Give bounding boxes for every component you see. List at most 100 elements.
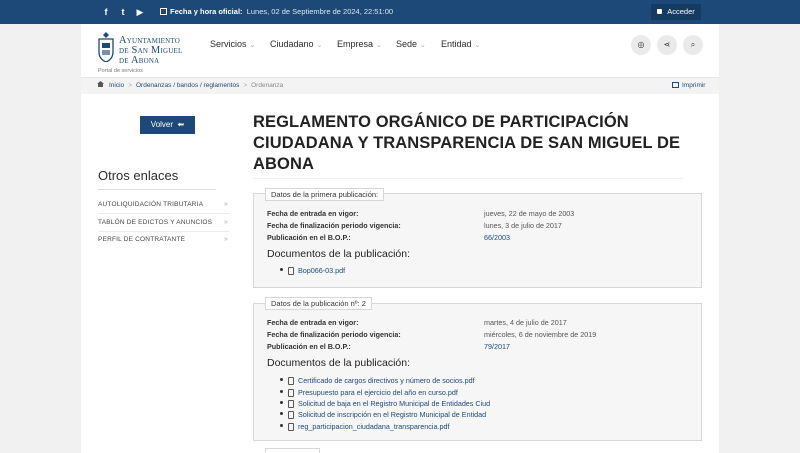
document-link[interactable]: Solicitud de baja en el Registro Municip… bbox=[280, 399, 490, 408]
pdf-icon bbox=[288, 423, 294, 431]
breadcrumb-current: Ordenanza bbox=[251, 82, 284, 89]
divider bbox=[98, 189, 216, 190]
documents-heading: Documentos de la publicación: bbox=[267, 357, 411, 369]
document-name: Bop066-03.pdf bbox=[298, 266, 346, 275]
chevron-right-icon: » bbox=[224, 219, 229, 226]
bop-link[interactable]: 79/2017 bbox=[484, 342, 510, 351]
documents-heading: Documentos de la publicación: bbox=[267, 248, 411, 260]
document-link[interactable]: Certificado de cargos directivos y númer… bbox=[280, 376, 475, 385]
sidebar-link-label: TABLÓN DE EDICTOS Y ANUNCIOS bbox=[98, 219, 213, 226]
share-icon[interactable]: ⋖ bbox=[657, 35, 677, 55]
sidebar-link-tablon[interactable]: TABLÓN DE EDICTOS Y ANUNCIOS » bbox=[98, 219, 230, 226]
breadcrumb-inicio[interactable]: Inicio bbox=[109, 82, 124, 89]
chevron-down-icon: ⌄ bbox=[249, 42, 256, 49]
document-name: Solicitud de inscripción en el Registro … bbox=[298, 410, 487, 419]
field-value: martes, 4 de julio de 2017 bbox=[484, 318, 567, 327]
document-name: Certificado de cargos directivos y númer… bbox=[298, 376, 475, 385]
sidebar-link-perfil[interactable]: PERFIL DE CONTRATANTE » bbox=[98, 236, 230, 243]
divider bbox=[253, 178, 683, 179]
datetime-value: Lunes, 02 de Septiembre de 2024, 22:51:0… bbox=[246, 7, 394, 16]
breadcrumb-separator: > bbox=[243, 82, 248, 89]
sidebar-link-label: PERFIL DE CONTRATANTE bbox=[98, 236, 186, 243]
document-name: Solicitud de baja en el Registro Municip… bbox=[298, 399, 491, 408]
datetime-label: Fecha y hora oficial: bbox=[170, 7, 243, 16]
twitter-icon[interactable]: t bbox=[115, 4, 131, 20]
bullet bbox=[280, 390, 283, 393]
chevron-down-icon: ⌄ bbox=[474, 42, 481, 49]
divider bbox=[98, 231, 230, 232]
back-button[interactable]: Volver ⬅ bbox=[140, 116, 195, 134]
pdf-icon bbox=[288, 267, 294, 275]
pdf-icon bbox=[288, 377, 294, 385]
publication-3-legend bbox=[265, 448, 320, 453]
field-label: Fecha de entrada en vigor: bbox=[267, 209, 359, 218]
nav-servicios[interactable]: Servicios ⌄ bbox=[210, 39, 255, 49]
logo-line-3: de Abona bbox=[119, 55, 160, 66]
other-links-heading: Otros enlaces bbox=[98, 168, 179, 183]
login-label: Acceder bbox=[667, 7, 695, 16]
nav-ciudadano-label: Ciudadano bbox=[270, 39, 314, 49]
calendar-icon bbox=[160, 8, 167, 15]
bullet bbox=[280, 424, 283, 427]
field-label: Fecha de finalización periodo vigencia: bbox=[267, 221, 401, 230]
page-title: REGLAMENTO ORGÁNICO DE PARTICIPACIÓN CIU… bbox=[253, 113, 681, 173]
print-link[interactable]: Imprimir bbox=[672, 82, 705, 89]
nav-empresa[interactable]: Empresa ⌄ bbox=[337, 39, 382, 49]
nav-empresa-label: Empresa bbox=[337, 39, 374, 49]
field-value: lunes, 3 de julio de 2017 bbox=[484, 221, 562, 230]
youtube-icon[interactable]: ▶ bbox=[132, 4, 148, 20]
official-datetime: Fecha y hora oficial: Lunes, 02 de Septi… bbox=[160, 5, 393, 19]
nav-entidad-label: Entidad bbox=[441, 39, 472, 49]
sidebar-link-autoliquidacion[interactable]: AUTOLIQUIDACIÓN TRIBUTARIA » bbox=[98, 201, 230, 208]
field-label: Fecha de finalización periodo vigencia: bbox=[267, 330, 401, 339]
field-label: Fecha de entrada en vigor: bbox=[267, 318, 359, 327]
print-label: Imprimir bbox=[682, 82, 706, 89]
home-icon[interactable] bbox=[97, 81, 104, 87]
document-link[interactable]: reg_participacion_ciudadana_transparenci… bbox=[280, 422, 449, 431]
pdf-icon bbox=[288, 389, 294, 397]
arrow-left-icon: ⬅ bbox=[177, 120, 185, 129]
breadcrumb-separator: > bbox=[128, 82, 132, 89]
nav-servicios-label: Servicios bbox=[210, 39, 247, 49]
publication-1-legend: Datos de la primera publicación: bbox=[265, 188, 385, 201]
bullet bbox=[280, 378, 283, 381]
printer-icon bbox=[672, 82, 679, 88]
lock-icon bbox=[657, 9, 663, 14]
chevron-down-icon: ⌄ bbox=[316, 42, 323, 49]
document-name: reg_participacion_ciudadana_transparenci… bbox=[298, 422, 450, 431]
facebook-icon[interactable]: f bbox=[98, 4, 114, 20]
bullet bbox=[280, 401, 283, 404]
pdf-icon bbox=[288, 400, 294, 408]
document-link[interactable]: Presupuesto para el ejercicio del año en… bbox=[280, 388, 458, 397]
bop-link[interactable]: 66/2003 bbox=[484, 233, 510, 242]
bullet bbox=[280, 268, 283, 271]
nav-entidad[interactable]: Entidad ⌄ bbox=[441, 39, 480, 49]
pdf-icon bbox=[288, 411, 294, 419]
nav-ciudadano[interactable]: Ciudadano ⌄ bbox=[270, 39, 322, 49]
document-link[interactable]: Solicitud de inscripción en el Registro … bbox=[280, 410, 486, 419]
left-margin bbox=[0, 0, 81, 453]
document-link[interactable]: Bop066-03.pdf bbox=[280, 266, 345, 275]
sidebar-link-label: AUTOLIQUIDACIÓN TRIBUTARIA bbox=[98, 201, 204, 208]
login-button[interactable]: Acceder bbox=[651, 4, 701, 20]
accessibility-icon[interactable]: ◎ bbox=[631, 35, 651, 55]
breadcrumb-ordenanzas[interactable]: Ordenanzas / bandos / reglamentos bbox=[136, 82, 239, 89]
nav-sede-label: Sede bbox=[396, 39, 418, 49]
publication-2-legend: Datos de la publicación nº: 2 bbox=[265, 297, 372, 310]
field-value: miércoles, 6 de noviembre de 2019 bbox=[484, 330, 597, 339]
chevron-right-icon: » bbox=[224, 236, 229, 243]
site-logo[interactable]: Ayuntamiento de San Miguel de Abona bbox=[119, 35, 182, 66]
right-margin bbox=[719, 0, 800, 453]
coat-of-arms-icon[interactable] bbox=[97, 32, 115, 62]
field-label: Publicación en el B.O.P.: bbox=[267, 342, 351, 351]
chevron-down-icon: ⌄ bbox=[376, 42, 382, 49]
field-value: jueves, 22 de mayo de 2003 bbox=[484, 209, 575, 218]
divider bbox=[98, 213, 230, 214]
chevron-right-icon: » bbox=[224, 201, 229, 208]
bullet bbox=[280, 412, 283, 415]
field-label: Publicación en el B.O.P.: bbox=[267, 233, 351, 242]
search-icon[interactable]: ⌕ bbox=[683, 35, 703, 55]
nav-sede[interactable]: Sede ⌄ bbox=[396, 39, 426, 49]
chevron-down-icon: ⌄ bbox=[420, 42, 426, 49]
back-label: Volver bbox=[150, 120, 174, 129]
